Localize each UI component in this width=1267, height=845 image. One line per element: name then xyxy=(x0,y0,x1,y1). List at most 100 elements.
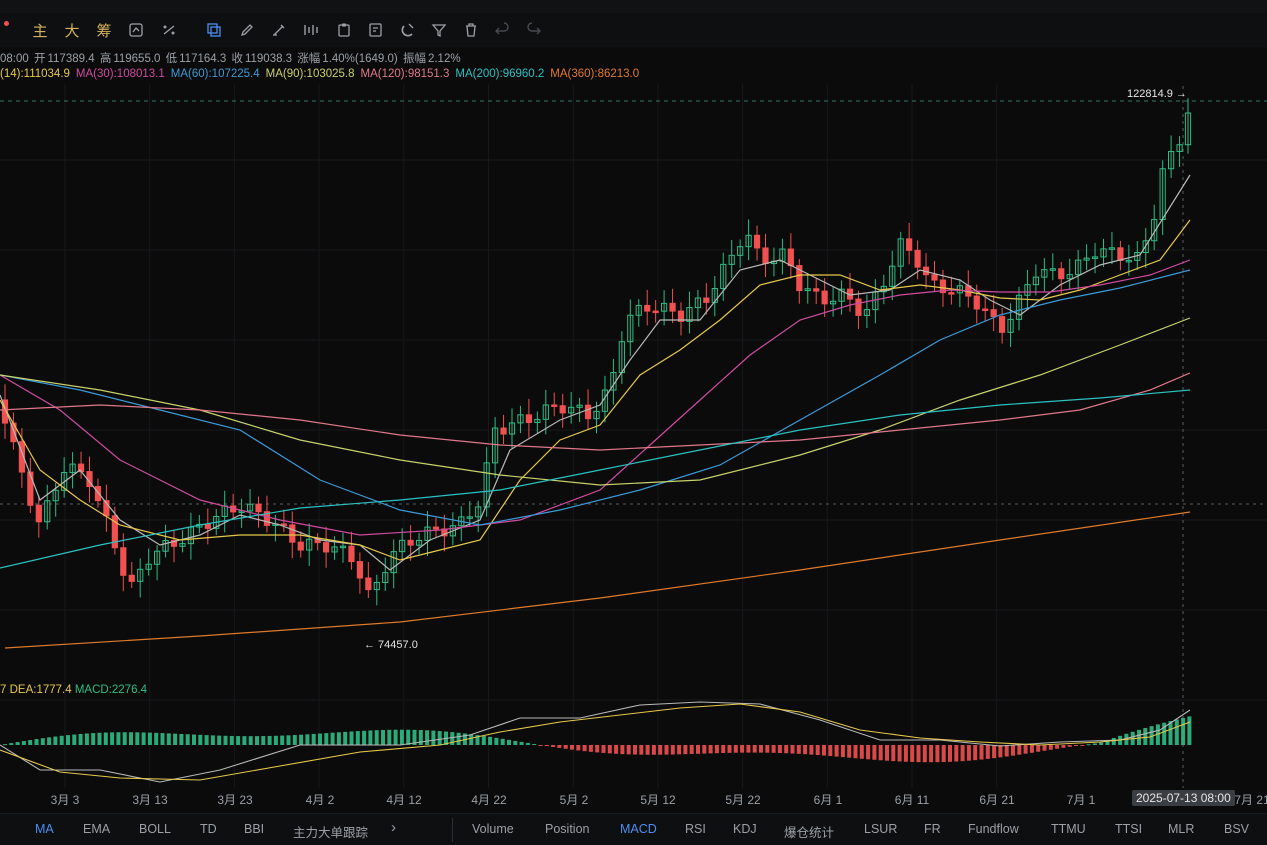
macd-bar xyxy=(689,745,694,754)
tab-macd[interactable]: MACD xyxy=(620,822,657,836)
tab-td[interactable]: TD xyxy=(200,822,217,836)
tab-bbi[interactable]: BBI xyxy=(244,822,264,836)
macd-bar xyxy=(960,745,965,762)
macd-bar xyxy=(1017,745,1022,755)
chip-distribution-button[interactable]: 筹 xyxy=(94,19,114,41)
macd-bar xyxy=(866,745,871,760)
macd-bar xyxy=(885,745,889,761)
candle-body xyxy=(753,234,761,249)
edit-note-icon[interactable] xyxy=(365,19,387,41)
macd-bar xyxy=(53,736,58,745)
candle-body xyxy=(94,486,102,502)
macd-bar xyxy=(431,730,436,745)
candle-body xyxy=(652,310,659,314)
brush-icon[interactable] xyxy=(268,19,290,41)
tab-rsi[interactable]: RSI xyxy=(685,822,706,836)
tab-fr[interactable]: FR xyxy=(924,822,941,836)
macd-bar xyxy=(519,741,524,745)
candlestick-chart[interactable] xyxy=(0,84,1267,788)
macd-bar xyxy=(1067,745,1072,747)
macd-bar xyxy=(305,734,310,745)
chevron-right-icon[interactable]: › xyxy=(391,819,396,836)
moving-average-line xyxy=(0,269,1191,526)
tab-ttmu[interactable]: TTMU xyxy=(1051,822,1086,836)
macd-bar xyxy=(557,745,562,748)
tab-mlr[interactable]: MLR xyxy=(1168,822,1194,836)
macd-bar xyxy=(192,734,196,745)
macd-bar xyxy=(481,735,486,745)
macd-bar xyxy=(633,745,637,755)
chart-settings-icon[interactable] xyxy=(125,19,147,41)
candle-body xyxy=(35,504,42,523)
macd-bar xyxy=(910,745,915,762)
indicator-icon[interactable] xyxy=(158,19,180,41)
candle-body xyxy=(644,304,651,312)
undo-icon[interactable] xyxy=(491,19,513,41)
tab-liquidation-stats[interactable]: 爆仓统计 xyxy=(784,822,834,841)
tab-lsur[interactable]: LSUR xyxy=(864,822,897,836)
main-indicator-button[interactable]: 主 xyxy=(30,19,50,41)
x-axis: 3月 3 3月 13 3月 23 4月 2 4月 12 4月 22 5月 2 5… xyxy=(0,788,1267,808)
macd-bar xyxy=(651,745,656,755)
macd-bar xyxy=(129,732,133,745)
macd-bar xyxy=(1055,745,1060,749)
macd-bar xyxy=(966,745,971,761)
candle-body xyxy=(703,297,710,303)
macd-bar xyxy=(759,745,763,753)
x-label: 4月 22 xyxy=(471,793,507,807)
clipboard-icon[interactable] xyxy=(333,19,355,41)
tab-volume[interactable]: Volume xyxy=(472,822,514,836)
candle-body xyxy=(762,247,769,265)
macd-bar xyxy=(948,745,952,762)
macd-bar xyxy=(210,735,215,745)
macd-bar xyxy=(822,745,826,756)
x-label: 4月 2 xyxy=(305,793,335,807)
tab-bsv[interactable]: BSV xyxy=(1224,822,1249,836)
redo-icon[interactable] xyxy=(523,19,545,41)
layers-icon[interactable] xyxy=(203,19,225,41)
macd-bar xyxy=(135,732,140,745)
x-label: 3月 3 xyxy=(50,793,80,807)
macd-bar xyxy=(708,745,713,754)
macd-bar xyxy=(21,741,26,745)
macd-bar xyxy=(878,745,883,761)
tab-position[interactable]: Position xyxy=(545,822,589,836)
macd-bar xyxy=(437,731,442,745)
filter-icon[interactable] xyxy=(428,19,450,41)
candle-body xyxy=(948,292,955,295)
macd-bar xyxy=(362,730,367,745)
ma-value: MA(360):86213.0 xyxy=(550,68,640,80)
tab-ma[interactable]: MA xyxy=(35,822,54,836)
macd-bar xyxy=(166,733,171,745)
macd-bar xyxy=(929,745,934,763)
delete-icon[interactable] xyxy=(460,19,482,41)
macd-bar xyxy=(538,745,543,746)
big-order-button[interactable]: 大 xyxy=(62,19,82,41)
tab-kdj[interactable]: KDJ xyxy=(733,822,757,836)
macd-bar xyxy=(1168,721,1173,745)
macd-bar xyxy=(626,745,631,755)
macd-bar xyxy=(872,745,877,760)
magnet-icon[interactable] xyxy=(397,19,419,41)
tab-big-order-tracking[interactable]: 主力大单跟踪 xyxy=(293,822,368,841)
tab-fundflow[interactable]: Fundflow xyxy=(968,822,1019,836)
tab-ema[interactable]: EMA xyxy=(83,822,110,836)
tab-boll[interactable]: BOLL xyxy=(139,822,171,836)
macd-bar xyxy=(683,745,688,755)
candle-body xyxy=(559,405,566,414)
macd-bar xyxy=(897,745,902,762)
macd-bar xyxy=(368,730,373,745)
macd-bar xyxy=(223,735,228,745)
tab-ttsi[interactable]: TTSI xyxy=(1115,822,1142,836)
compare-icon[interactable] xyxy=(300,19,322,41)
candle-body xyxy=(999,316,1006,333)
macd-info: 7 DEA:1777.4 MACD:2276.4 xyxy=(0,684,147,696)
pencil-icon[interactable] xyxy=(236,19,258,41)
timeframe-strip[interactable] xyxy=(0,0,1267,13)
crosshair-date-label: 2025-07-13 08:00 xyxy=(1132,790,1235,806)
candle-body xyxy=(204,523,211,529)
x-label: 3月 23 xyxy=(217,793,253,807)
macd-bar xyxy=(752,745,757,753)
x-label: 5月 2 xyxy=(559,793,589,807)
macd-bar xyxy=(544,745,549,747)
